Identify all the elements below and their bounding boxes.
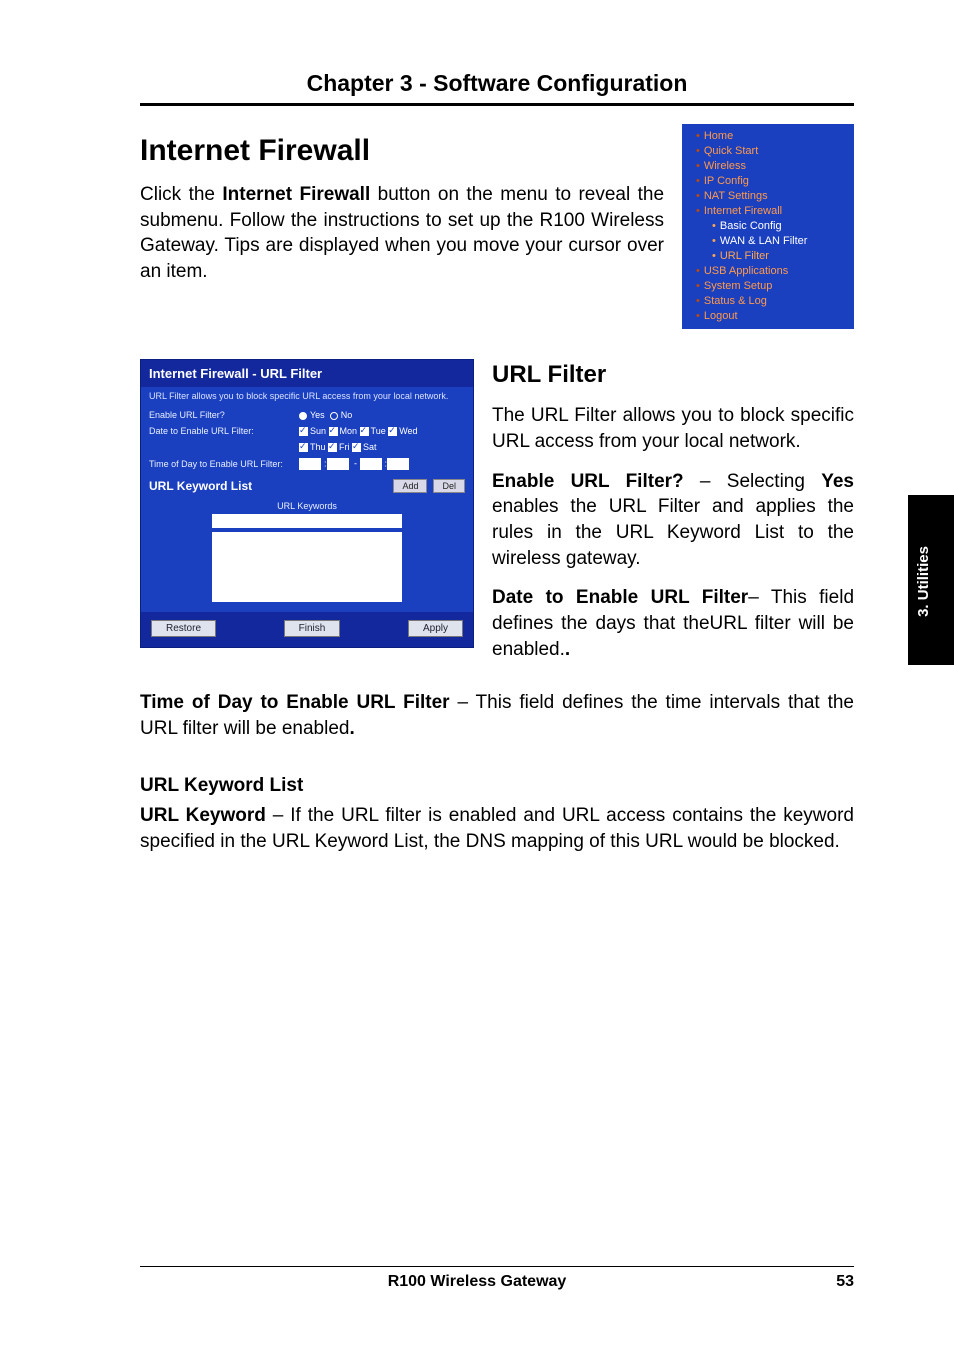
url-filter-p1: The URL Filter allows you to block speci…	[492, 403, 854, 454]
footer-title: R100 Wireless Gateway	[140, 1273, 814, 1291]
section-title: Internet Firewall	[140, 134, 664, 168]
url-filter-panel-screenshot: Internet Firewall - URL Filter URL Filte…	[140, 359, 474, 648]
nav-menu-screenshot: HomeQuick StartWirelessIP ConfigNAT Sett…	[682, 124, 854, 329]
panel-title: Internet Firewall - URL Filter	[141, 360, 473, 387]
nav-item: URL Filter	[686, 248, 850, 263]
keyword-list-paragraph: URL Keyword – If the URL filter is enabl…	[140, 803, 854, 854]
nav-item: Status & Log	[686, 293, 850, 308]
time-value: : - :	[299, 458, 465, 470]
side-tab-label: 3. Utilities	[915, 546, 932, 617]
keyword-list-label: URL Keyword List	[149, 479, 387, 493]
nav-item: Logout	[686, 308, 850, 323]
page-footer: R100 Wireless Gateway 53	[140, 1266, 854, 1291]
nav-item: System Setup	[686, 278, 850, 293]
apply-button: Apply	[408, 620, 463, 637]
time-paragraph: Time of Day to Enable URL Filter – This …	[140, 690, 854, 741]
enable-label: Enable URL Filter?	[149, 410, 299, 420]
keyword-input	[212, 514, 402, 528]
date-value: Sun Mon Tue Wed	[299, 426, 465, 436]
keyword-list-heading: URL Keyword List	[140, 775, 854, 797]
url-filter-p3: Date to Enable URL Filter– This field de…	[492, 585, 854, 662]
url-filter-heading: URL Filter	[492, 359, 854, 391]
chapter-header: Chapter 3 - Software Configuration	[140, 70, 854, 106]
nav-item: WAN & LAN Filter	[686, 233, 850, 248]
nav-item: Quick Start	[686, 143, 850, 158]
keyword-listbox	[212, 532, 402, 602]
del-button: Del	[433, 479, 465, 493]
finish-button: Finish	[284, 620, 341, 637]
nav-item: USB Applications	[686, 263, 850, 278]
nav-item: Wireless	[686, 158, 850, 173]
nav-item: NAT Settings	[686, 188, 850, 203]
add-button: Add	[393, 479, 427, 493]
footer-page-number: 53	[814, 1273, 854, 1291]
restore-button: Restore	[151, 620, 216, 637]
keyword-caption: URL Keywords	[149, 501, 465, 511]
time-label: Time of Day to Enable URL Filter:	[149, 459, 299, 469]
panel-desc: URL Filter allows you to block specific …	[141, 387, 473, 407]
date-value2: Thu Fri Sat	[299, 442, 465, 452]
nav-item: Internet Firewall	[686, 203, 850, 218]
side-tab: 3. Utilities	[908, 495, 954, 665]
intro-paragraph: Click the Internet Firewall button on th…	[140, 182, 664, 285]
date-label: Date to Enable URL Filter:	[149, 426, 299, 436]
enable-value: Yes No	[299, 410, 465, 420]
url-filter-p2: Enable URL Filter? – Selecting Yes enabl…	[492, 469, 854, 572]
nav-item: IP Config	[686, 173, 850, 188]
nav-item: Home	[686, 128, 850, 143]
nav-item: Basic Config	[686, 218, 850, 233]
